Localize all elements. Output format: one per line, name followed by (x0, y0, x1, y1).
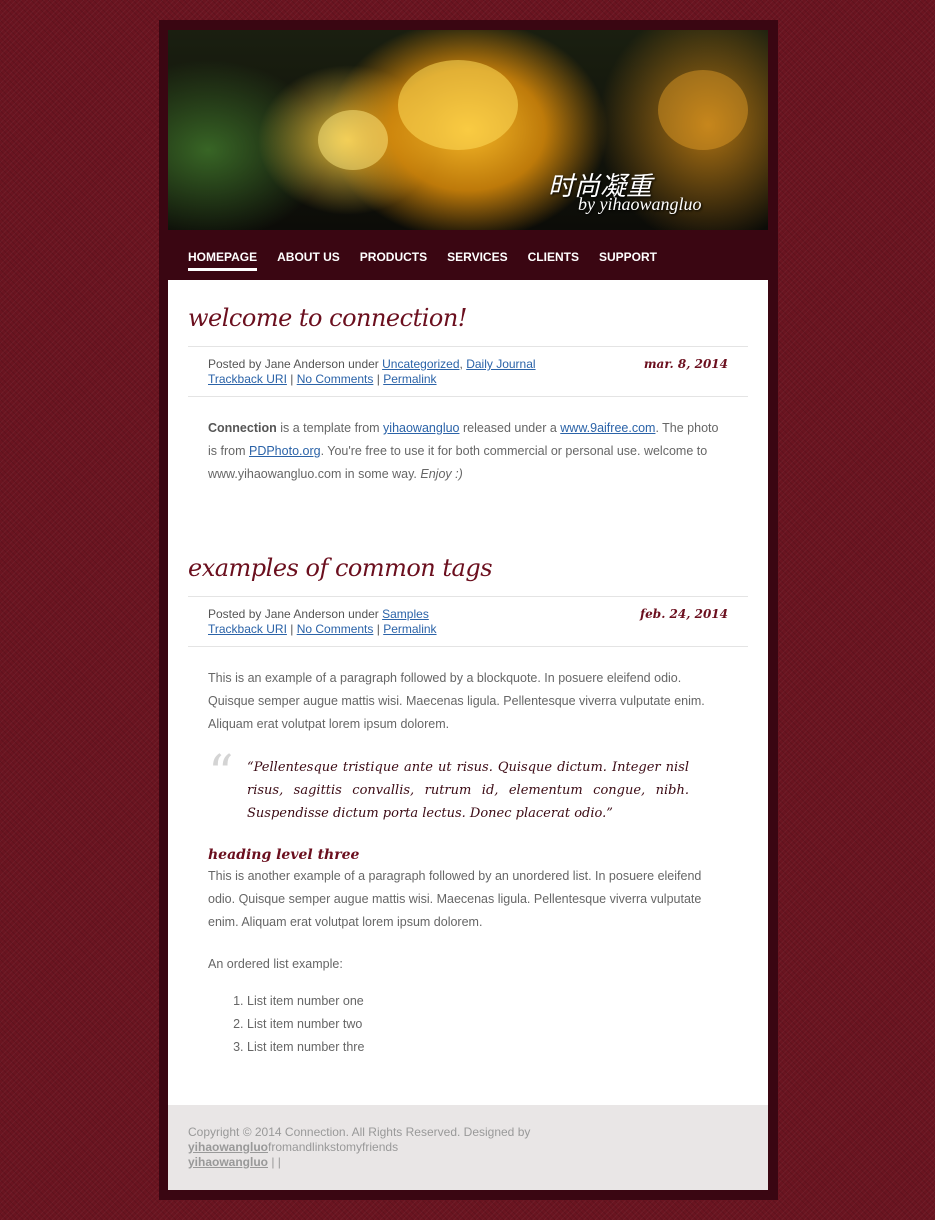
post-date: mar. 8, 2014 (643, 357, 728, 371)
text-fragment: released under a (459, 421, 561, 435)
rose-highlight (658, 70, 748, 150)
nav-about-us[interactable]: ABOUT US (277, 250, 340, 271)
post-entry: This is an example of a paragraph follow… (188, 667, 748, 1059)
rose-highlight (398, 60, 518, 150)
category-link[interactable]: Samples (382, 607, 429, 621)
posted-by-text: Posted by Jane Anderson under (208, 357, 383, 371)
comments-link[interactable]: No Comments (297, 372, 374, 386)
category-link[interactable]: Daily Journal (466, 357, 535, 371)
yihaowangluo-link[interactable]: yihaowangluo (383, 421, 459, 435)
permalink-link[interactable]: Permalink (383, 622, 436, 636)
footer-designer-link[interactable]: yihaowangluo (188, 1140, 268, 1154)
post-title: welcome to connection! (188, 304, 467, 332)
post-meta: Posted by Jane Anderson under Samples Tr… (188, 596, 748, 647)
ordered-list: List item number one List item number tw… (208, 990, 728, 1059)
nav-products[interactable]: PRODUCTS (360, 250, 427, 271)
post-title: examples of common tags (188, 554, 493, 582)
blockquote: “ “Pellentesque tristique ante ut risus.… (208, 748, 689, 825)
post-date: feb. 24, 2014 (640, 607, 728, 621)
header-banner: 时尚凝重 by yihaowangluo (168, 30, 768, 230)
post: examples of common tags Posted by Jane A… (188, 554, 748, 1059)
nav-clients[interactable]: CLIENTS (528, 250, 579, 271)
post-paragraph: Connection is a template from yihaowangl… (208, 417, 728, 486)
post-paragraph: This is an example of a paragraph follow… (208, 671, 705, 731)
post-paragraph: This is another example of a paragraph f… (208, 869, 702, 929)
main-nav: HOMEPAGE ABOUT US PRODUCTS SERVICES CLIE… (168, 230, 769, 280)
footer: Copyright © 2014 Connection. All Rights … (168, 1105, 768, 1190)
permalink-link[interactable]: Permalink (383, 372, 436, 386)
pdphoto-link[interactable]: PDPhoto.org (249, 444, 321, 458)
nav-services[interactable]: SERVICES (447, 250, 507, 271)
list-item: List item number one (247, 990, 728, 1013)
9aifree-link[interactable]: www.9aifree.com (560, 421, 655, 435)
nav-homepage[interactable]: HOMEPAGE (188, 250, 258, 271)
text-fragment: is a template from (276, 421, 384, 435)
blockquote-text: “Pellentesque tristique ante ut risus. Q… (247, 760, 689, 821)
comments-link[interactable]: No Comments (297, 622, 374, 636)
enjoy-text: Enjoy :) (420, 467, 463, 481)
category-link[interactable]: Uncategorized (382, 357, 459, 371)
nav-support[interactable]: SUPPORT (599, 250, 657, 271)
post: welcome to connection! Posted by Jane An… (188, 304, 748, 486)
bold-text: Connection (208, 421, 277, 435)
list-item: List item number two (247, 1013, 728, 1036)
quote-icon: “ (208, 744, 234, 802)
content-area: welcome to connection! Posted by Jane An… (168, 280, 768, 1105)
footer-text: fromandlinkstomyfriends (268, 1140, 399, 1154)
trackback-link[interactable]: Trackback URI (208, 372, 287, 386)
list-item: List item number thre (247, 1036, 728, 1059)
footer-text: | | (268, 1155, 281, 1169)
post-paragraph: An ordered list example: (208, 957, 343, 971)
post-meta: Posted by Jane Anderson under Uncategori… (188, 346, 748, 397)
copyright-text: Copyright © 2014 Connection. All Rights … (188, 1125, 531, 1139)
posted-by-text: Posted by Jane Anderson under (208, 607, 383, 621)
post-entry: Connection is a template from yihaowangl… (188, 417, 748, 486)
footer-designer-link[interactable]: yihaowangluo (188, 1155, 268, 1169)
site-byline: by yihaowangluo (578, 194, 702, 214)
heading-three: heading level three (208, 847, 360, 863)
trackback-link[interactable]: Trackback URI (208, 622, 287, 636)
page-frame: 时尚凝重 by yihaowangluo HOMEPAGE ABOUT US P… (159, 20, 778, 1200)
rose-highlight (318, 110, 388, 170)
